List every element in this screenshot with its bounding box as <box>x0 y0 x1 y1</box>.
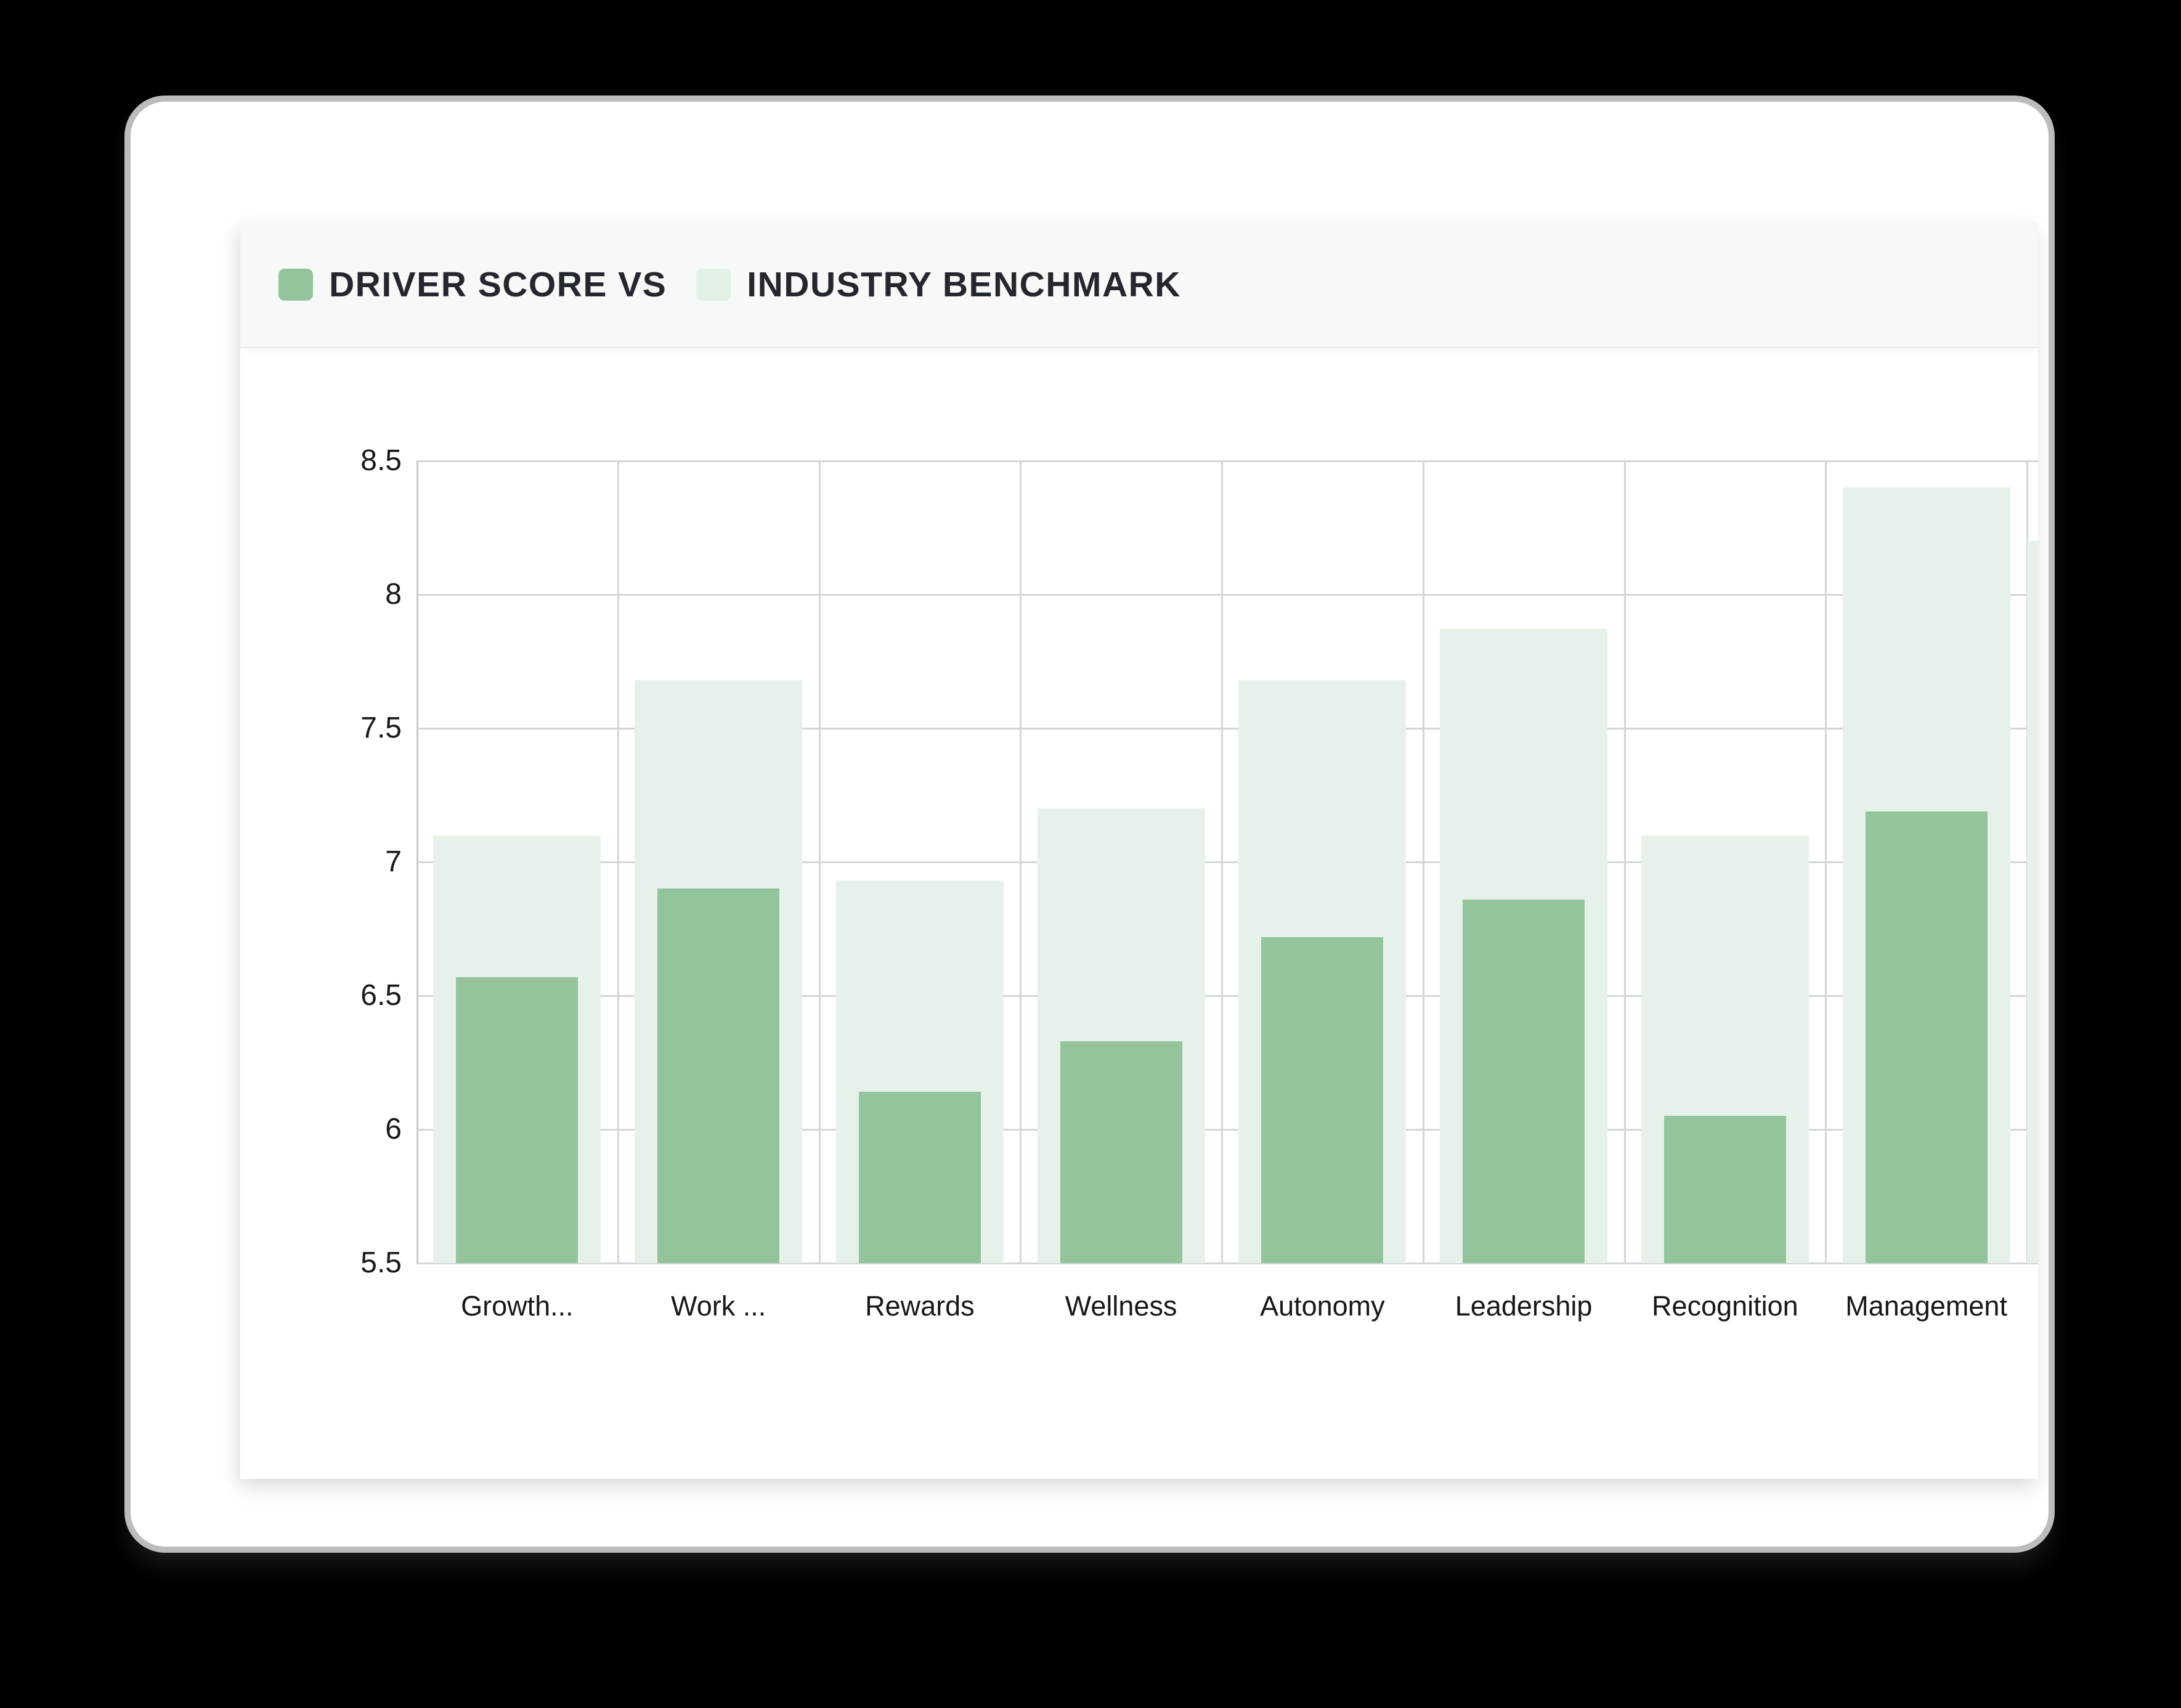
chart-header: DRIVER SCORE VS INDUSTRY BENCHMARK <box>240 222 2038 348</box>
x-tick-label-Growth...: Growth... <box>415 1289 619 1324</box>
bar-driver-score-Wellness[interactable] <box>1060 1041 1182 1263</box>
x-tick-label-Autonomy: Autonomy <box>1220 1289 1424 1324</box>
x-tick-label-Wellness: Wellness <box>1020 1289 1223 1324</box>
desktop-background: { "colors": { "background": "#000000", "… <box>0 0 2181 1708</box>
bar-industry-benchmark-partial[interactable] <box>2027 541 2038 1263</box>
bar-driver-score-Autonomy[interactable] <box>1261 937 1383 1263</box>
bar-driver-score-Management[interactable] <box>1866 811 1988 1263</box>
x-tick-label-Recognition: Recognition <box>1623 1289 1827 1324</box>
bar-driver-score-Rewards[interactable] <box>859 1092 981 1263</box>
y-tick-label: 6.5 <box>297 977 402 1014</box>
legend-item-industry-benchmark[interactable]: INDUSTRY BENCHMARK <box>696 264 1181 305</box>
x-tick-label-Leadership: Leadership <box>1422 1289 1625 1324</box>
bar-driver-score-Recognition[interactable] <box>1664 1116 1786 1263</box>
v-gridline <box>1825 461 1827 1263</box>
v-gridline <box>1221 461 1223 1263</box>
bar-driver-score-Growth...[interactable] <box>456 977 578 1263</box>
driver-score-swatch-icon <box>278 269 313 301</box>
v-gridline <box>617 461 619 1263</box>
v-gridline <box>1423 461 1424 1263</box>
y-tick-label: 8.5 <box>297 442 402 479</box>
bar-chart: 8.5 8 7.5 7 6.5 6 5.5 Growth...Work ...Rewards… <box>240 348 2038 1479</box>
x-tick-label-Management: Management <box>1825 1289 2028 1324</box>
y-tick-label: 7 <box>297 844 402 880</box>
industry-benchmark-swatch-icon <box>696 269 731 301</box>
legend-item-driver-score[interactable]: DRIVER SCORE VS <box>278 264 667 305</box>
legend-label-driver-score: DRIVER SCORE VS <box>329 264 667 305</box>
chart-plot-area <box>416 461 2038 1263</box>
v-gridline <box>1020 461 1021 1263</box>
chart-widget-panel: DRIVER SCORE VS INDUSTRY BENCHMARK 8.5 8 7… <box>240 222 2038 1479</box>
y-axis-line <box>416 461 418 1263</box>
y-tick-label: 5.5 <box>297 1245 402 1282</box>
x-tick-label-Work ...: Work ... <box>617 1289 820 1324</box>
legend-label-industry-benchmark: INDUSTRY BENCHMARK <box>747 264 1181 305</box>
y-tick-label: 7.5 <box>297 710 402 747</box>
y-tick-label: 6 <box>297 1111 402 1148</box>
v-gridline <box>819 461 821 1263</box>
y-tick-label: 8 <box>297 576 402 613</box>
chart-card: DRIVER SCORE VS INDUSTRY BENCHMARK 8.5 8 7… <box>131 102 2049 1547</box>
bar-driver-score-Work ...[interactable] <box>657 889 779 1263</box>
x-tick-label-Rewards: Rewards <box>818 1289 1021 1324</box>
h-gridline <box>416 460 2038 462</box>
v-gridline <box>1624 461 1626 1263</box>
bar-driver-score-Leadership[interactable] <box>1463 900 1585 1263</box>
h-gridline <box>416 594 2038 596</box>
